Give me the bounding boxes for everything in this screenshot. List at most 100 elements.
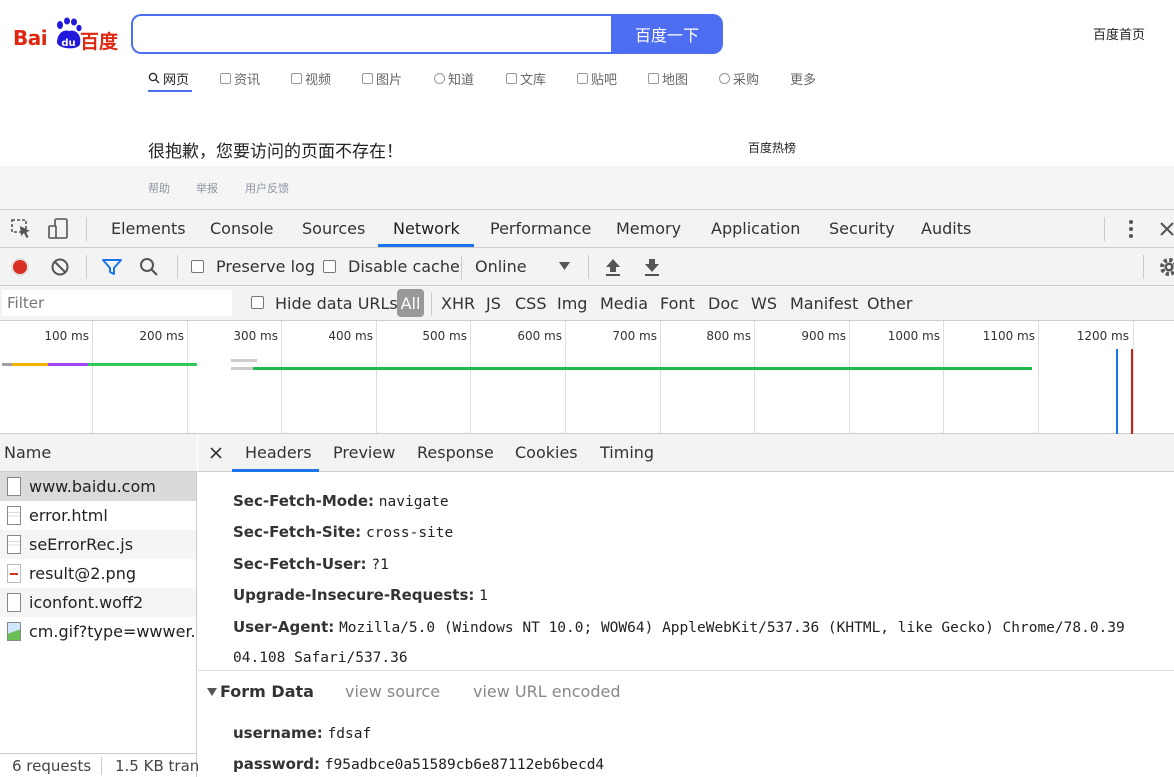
hot-list-title[interactable]: 百度热榜 (748, 139, 796, 156)
load-event-marker (1131, 349, 1133, 434)
dropdown-arrow-icon[interactable] (558, 261, 571, 271)
nav-item-video[interactable]: 视频 (291, 68, 331, 88)
tab-audits[interactable]: Audits (921, 219, 971, 238)
tab-headers[interactable]: Headers (245, 443, 312, 462)
detail-tabbar: Headers Preview Response Cookies Timing (198, 434, 1174, 472)
search-button[interactable]: 百度一下 (611, 14, 723, 54)
nav-item-wenku[interactable]: 文库 (506, 68, 546, 88)
network-overview-timeline[interactable]: 100 ms 200 ms 300 ms 400 ms 500 ms 600 m… (0, 321, 1174, 434)
timeline-tick-label: 300 ms (233, 329, 278, 343)
filter-type-other[interactable]: Other (867, 294, 912, 313)
network-lower-pane: Name www.baidu.com error.html seErrorRec… (0, 434, 1174, 777)
tab-elements[interactable]: Elements (111, 219, 186, 238)
export-har-icon[interactable] (643, 257, 661, 277)
dom-content-loaded-marker (1116, 349, 1118, 434)
preserve-log-checkbox[interactable] (191, 260, 204, 273)
timeline-gridline (376, 321, 377, 433)
filter-type-css[interactable]: CSS (515, 294, 546, 313)
footer-help-link[interactable]: 帮助 (148, 180, 170, 196)
filter-type-ws[interactable]: WS (751, 294, 777, 313)
nav-active-underline (148, 90, 192, 92)
header-row: Sec-Fetch-User: ?1 (233, 555, 389, 573)
tab-application[interactable]: Application (711, 219, 800, 238)
tab-response[interactable]: Response (417, 443, 494, 462)
nav-item-news[interactable]: 资讯 (220, 68, 260, 88)
filter-input[interactable] (2, 290, 232, 316)
purchase-icon (719, 72, 730, 84)
import-har-icon[interactable] (604, 257, 622, 277)
nav-item-webpage[interactable]: 网页 (148, 68, 189, 88)
baidu-logo[interactable]: Bai du 百度 (13, 16, 123, 53)
tab-cookies[interactable]: Cookies (515, 443, 578, 462)
search-icon[interactable] (139, 257, 159, 277)
timeline-gridline (565, 321, 566, 433)
filter-type-media[interactable]: Media (600, 294, 648, 313)
tab-console[interactable]: Console (210, 219, 274, 238)
device-toolbar-icon[interactable] (48, 218, 70, 240)
baidu-home-link[interactable]: 百度首页 (1093, 24, 1145, 43)
view-url-encoded-link[interactable]: view URL encoded (473, 682, 620, 701)
filter-type-manifest[interactable]: Manifest (790, 294, 858, 313)
filter-type-all[interactable]: All (397, 289, 424, 317)
logo-bai-text: Bai (13, 26, 48, 50)
tab-security[interactable]: Security (829, 219, 895, 238)
question-icon (434, 72, 445, 84)
search-input[interactable] (131, 14, 612, 54)
tab-memory[interactable]: Memory (616, 219, 681, 238)
record-icon[interactable] (10, 257, 30, 277)
timeline-gridline (187, 321, 188, 433)
timeline-tick-label: 600 ms (517, 329, 562, 343)
form-field-value: fdsaf (327, 726, 372, 742)
script-file-icon (7, 535, 21, 554)
request-row[interactable]: iconfont.woff2 (0, 588, 196, 617)
filter-type-doc[interactable]: Doc (708, 294, 739, 313)
timeline-gridline (849, 321, 850, 433)
inspect-element-icon[interactable] (11, 219, 33, 239)
disable-cache-checkbox[interactable] (323, 260, 336, 273)
request-row[interactable]: error.html (0, 501, 196, 530)
nav-item-images[interactable]: 图片 (362, 68, 402, 88)
filter-type-js[interactable]: JS (486, 294, 501, 313)
name-column-header[interactable]: Name (0, 434, 197, 472)
nav-item-purchase[interactable]: 采购 (719, 68, 759, 88)
tab-timing[interactable]: Timing (600, 443, 654, 462)
request-row[interactable]: cm.gif?type=wwwer... (0, 617, 196, 646)
nav-item-map[interactable]: 地图 (648, 68, 688, 88)
gear-icon[interactable] (1158, 256, 1174, 278)
triangle-down-icon[interactable] (207, 688, 217, 696)
error-message: 很抱歉，您要访问的页面不存在！ (148, 142, 403, 162)
request-row-selected[interactable]: www.baidu.com (0, 472, 196, 501)
header-row: User-Agent: Mozilla/5.0 (Windows NT 10.0… (233, 618, 1125, 636)
tab-performance[interactable]: Performance (490, 219, 591, 238)
request-row[interactable]: seErrorRec.js (0, 530, 196, 559)
hide-data-urls-checkbox[interactable] (251, 296, 264, 309)
request-row[interactable]: result@2.png (0, 559, 196, 588)
form-field-row: password: f95adbce0a51589cb6e87112eb6bec… (233, 755, 604, 773)
form-data-title[interactable]: Form Data (220, 682, 314, 701)
tab-preview[interactable]: Preview (333, 443, 395, 462)
nav-item-tieba[interactable]: 贴吧 (577, 68, 617, 88)
tab-network[interactable]: Network (393, 219, 460, 238)
header-value: cross-site (365, 525, 454, 541)
nav-item-more[interactable]: 更多 (790, 68, 816, 88)
nav-item-zhidao[interactable]: 知道 (434, 68, 474, 88)
filter-type-xhr[interactable]: XHR (441, 294, 475, 313)
close-devtools-icon[interactable] (1160, 221, 1174, 237)
footer-feedback-link[interactable]: 用户反馈 (245, 180, 289, 196)
timeline-tick-label: 500 ms (422, 329, 467, 343)
filter-type-font[interactable]: Font (660, 294, 695, 313)
clear-icon[interactable] (51, 258, 69, 276)
timeline-gridline (1133, 321, 1134, 433)
header-value: 1 (479, 588, 488, 604)
more-options-icon[interactable] (1126, 219, 1136, 239)
footer-report-link[interactable]: 举报 (196, 180, 218, 196)
throttle-select[interactable]: Online (475, 257, 527, 276)
request-name: www.baidu.com (29, 477, 156, 496)
close-icon[interactable] (210, 447, 222, 459)
view-source-link[interactable]: view source (345, 682, 440, 701)
tab-sources[interactable]: Sources (302, 219, 365, 238)
header-value: ?1 (371, 557, 389, 573)
filter-icon[interactable] (101, 258, 123, 276)
timeline-gridline (943, 321, 944, 433)
filter-type-img[interactable]: Img (557, 294, 587, 313)
